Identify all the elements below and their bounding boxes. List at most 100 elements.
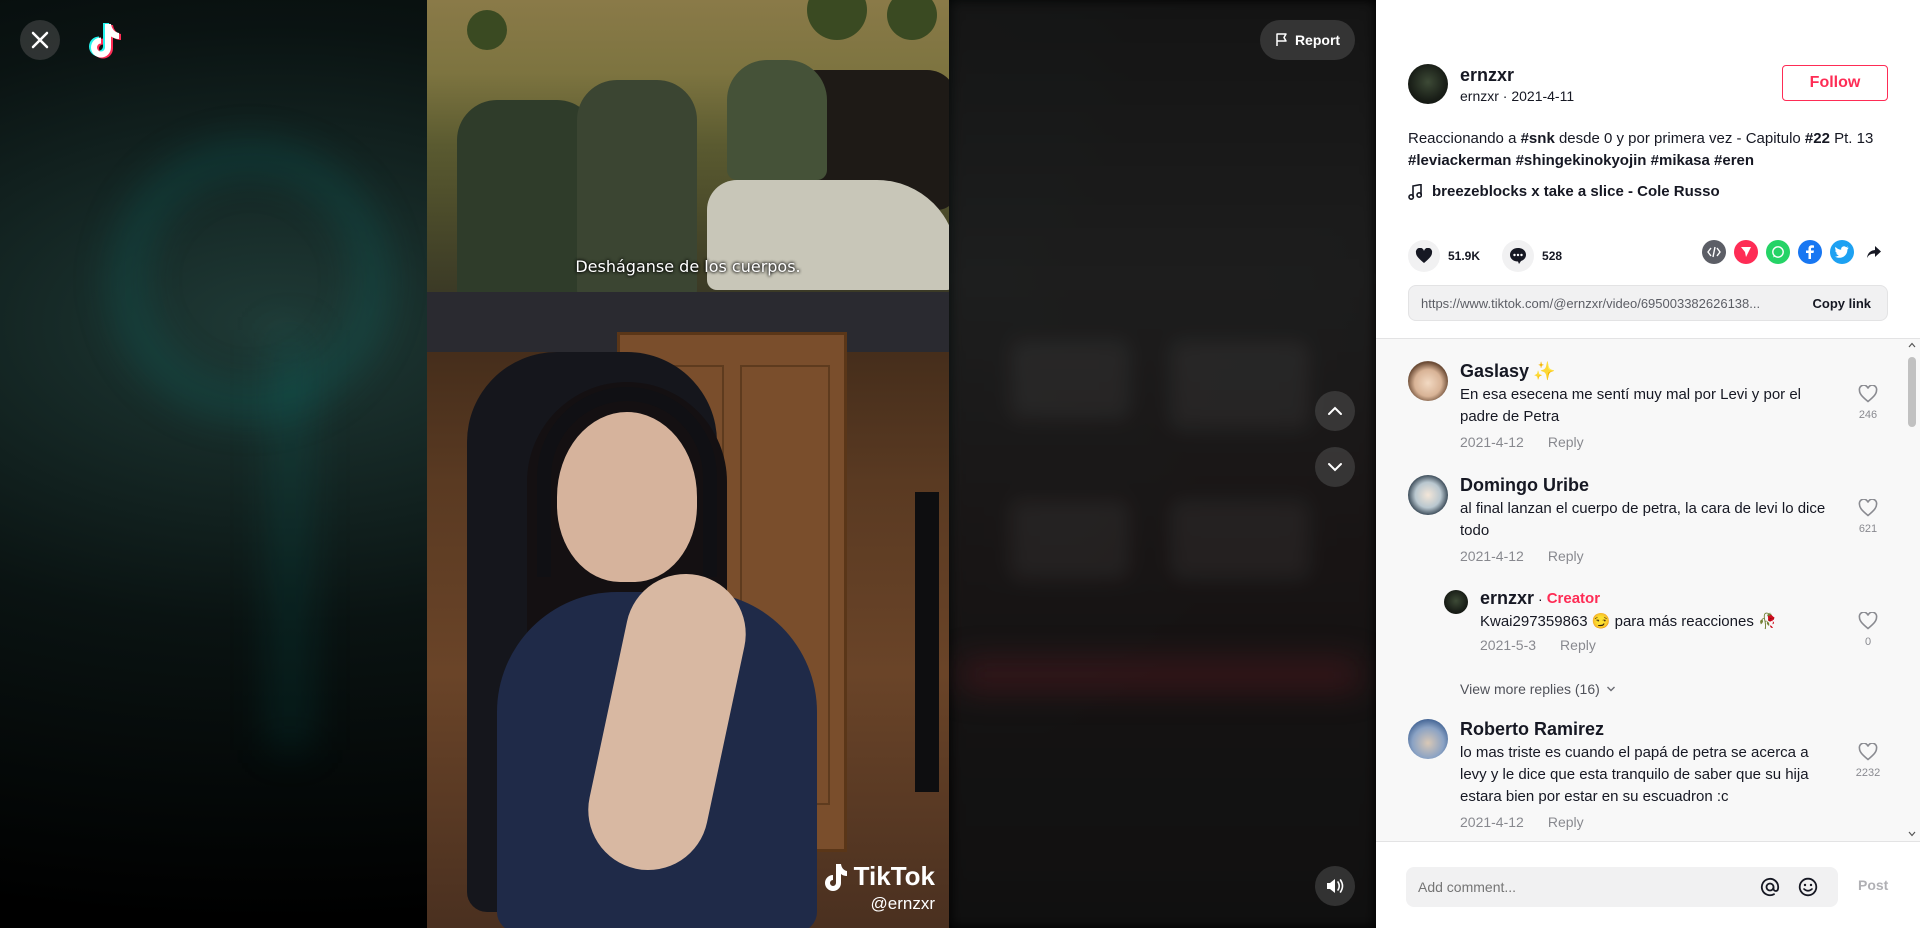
author-avatar[interactable] — [1408, 64, 1448, 104]
copy-link-button[interactable]: Copy link — [1796, 296, 1887, 311]
next-video-button[interactable] — [1315, 447, 1355, 487]
close-icon — [31, 31, 49, 49]
chevron-up-icon — [1328, 406, 1342, 415]
reply-like-count: 0 — [1864, 636, 1872, 648]
twitter-button[interactable] — [1830, 240, 1854, 264]
video-caption: Reaccionando a #snk desde 0 y por primer… — [1408, 128, 1888, 172]
at-mention-icon — [1760, 877, 1780, 897]
comment-like-count: 621 — [1858, 523, 1878, 535]
scrollbar-thumb[interactable] — [1908, 357, 1916, 427]
chevron-down-icon — [1606, 686, 1615, 692]
comment-like-button[interactable]: 246 — [1854, 385, 1882, 421]
commenter-avatar[interactable] — [1408, 719, 1448, 759]
video-player[interactable]: Desháganse de los cuerpos. TikTok @ernzx… — [427, 0, 949, 928]
scroll-up-arrow-icon — [1908, 342, 1916, 348]
flag-icon — [1276, 33, 1287, 46]
music-title: breezeblocks x take a slice - Cole Russo — [1432, 183, 1720, 200]
reply-button[interactable]: Reply — [1548, 548, 1584, 564]
author-username[interactable]: ernzxr — [1460, 65, 1574, 86]
like-button[interactable]: 51.9K — [1408, 240, 1480, 272]
reply-text: Kwai297359863 😏 para más reacciones 🥀 — [1480, 613, 1777, 630]
heart-outline-icon — [1858, 499, 1878, 517]
follow-button[interactable]: Follow — [1782, 65, 1888, 101]
comment-date: 2021-4-12 — [1460, 548, 1524, 564]
heart-icon — [1415, 248, 1433, 263]
reply-button[interactable]: Reply — [1548, 814, 1584, 830]
hashtag-link[interactable]: #shingekinokyojin — [1516, 152, 1647, 169]
report-button[interactable]: Report — [1260, 20, 1355, 60]
comment-like-button[interactable]: 621 — [1854, 499, 1882, 535]
reply-like-button[interactable]: 0 — [1854, 612, 1882, 648]
scroll-down-arrow-icon — [1908, 831, 1916, 837]
comment-button[interactable]: 528 — [1502, 240, 1562, 272]
volume-icon — [1327, 879, 1344, 893]
comment-like-button[interactable]: 2232 — [1854, 743, 1882, 779]
mention-button[interactable] — [1760, 877, 1780, 902]
commenter-name[interactable]: Gaslasy ✨ — [1460, 361, 1830, 382]
video-area: Desháganse de los cuerpos. TikTok @ernzx… — [0, 0, 1376, 928]
caption-text: Reaccionando a — [1408, 130, 1521, 147]
anime-scene-image: Desháganse de los cuerpos. — [427, 0, 949, 292]
reply-author[interactable]: ernzxr · Creator — [1480, 588, 1800, 609]
hashtag-link[interactable]: #leviackerman — [1408, 152, 1511, 169]
tiktok-video-page: Desháganse de los cuerpos. TikTok @ernzx… — [0, 0, 1920, 928]
more-share-button[interactable] — [1862, 240, 1886, 264]
music-note-icon — [1408, 183, 1422, 200]
comment-date: 2021-4-12 — [1460, 434, 1524, 450]
author-info[interactable]: ernzxr ernzxr · 2021-4-11 — [1408, 64, 1574, 104]
comment-like-count: 2232 — [1855, 767, 1881, 779]
comment-scrollbar[interactable] — [1904, 339, 1920, 841]
facebook-button[interactable] — [1798, 240, 1822, 264]
previous-video-button[interactable] — [1315, 391, 1355, 431]
tiktok-logo[interactable] — [86, 20, 122, 60]
embed-button[interactable] — [1702, 240, 1726, 264]
commenter-avatar[interactable] — [1408, 361, 1448, 401]
send-to-friends-button[interactable] — [1734, 240, 1758, 264]
hashtag-link[interactable]: #snk — [1521, 130, 1555, 147]
reply-date: 2021-5-3 — [1480, 637, 1537, 653]
heart-outline-icon — [1858, 743, 1878, 761]
comment-like-count: 246 — [1858, 409, 1878, 421]
share-arrow-icon — [1867, 246, 1881, 258]
volume-button[interactable] — [1315, 866, 1355, 906]
comment-list[interactable]: Gaslasy ✨ En esa esecena me sentí muy mal… — [1376, 339, 1920, 841]
reply-button[interactable]: Reply — [1548, 434, 1584, 450]
comment-text: al final lanzan el cuerpo de petra, la c… — [1460, 500, 1826, 539]
report-label: Report — [1294, 32, 1341, 48]
commenter-avatar[interactable] — [1408, 475, 1448, 515]
share-buttons — [1702, 240, 1886, 264]
embed-icon — [1707, 246, 1721, 258]
hashtag-link[interactable]: #eren — [1714, 152, 1754, 169]
commenter-name[interactable]: Roberto Ramirez — [1460, 719, 1830, 740]
view-more-replies-button[interactable]: View more replies (16) — [1460, 681, 1616, 697]
caption-text: Pt. 13 — [1829, 130, 1874, 147]
reply-avatar[interactable] — [1444, 590, 1468, 614]
post-comment-button[interactable]: Post — [1858, 877, 1888, 893]
heart-outline-icon — [1858, 385, 1878, 403]
like-count: 51.9K — [1448, 249, 1481, 263]
comment-date: 2021-4-12 — [1460, 814, 1524, 830]
video-link-box: https://www.tiktok.com/@ernzxr/video/695… — [1408, 285, 1888, 321]
hashtag-link[interactable]: #22 — [1805, 130, 1830, 147]
emoji-icon — [1798, 877, 1818, 897]
commenter-name[interactable]: Domingo Uribe — [1460, 475, 1830, 496]
reply-button[interactable]: Reply — [1560, 637, 1596, 653]
send-to-friends-icon — [1741, 247, 1751, 257]
tiktok-watermark-icon — [824, 863, 847, 891]
music-link[interactable]: breezeblocks x take a slice - Cole Russo — [1408, 183, 1720, 200]
engagement-stats: 51.9K 528 — [1408, 240, 1584, 272]
comment-icon — [1510, 248, 1527, 264]
tiktok-logo-icon — [89, 23, 121, 59]
whatsapp-button[interactable] — [1766, 240, 1790, 264]
comment-count: 528 — [1542, 249, 1563, 263]
chevron-down-icon — [1328, 463, 1342, 472]
hashtag-link[interactable]: #mikasa — [1651, 152, 1710, 169]
emoji-button[interactable] — [1798, 877, 1818, 902]
facebook-icon — [1806, 245, 1814, 259]
video-link-text[interactable]: https://www.tiktok.com/@ernzxr/video/695… — [1409, 296, 1796, 311]
watermark-brand: TikTok — [853, 861, 935, 891]
comment-text: En esa esecena me sentí muy mal por Levi… — [1460, 386, 1802, 425]
author-subline: ernzxr · 2021-4-11 — [1460, 87, 1575, 104]
tiktok-watermark: TikTok @ernzxr — [822, 861, 935, 914]
close-button[interactable] — [20, 20, 60, 60]
